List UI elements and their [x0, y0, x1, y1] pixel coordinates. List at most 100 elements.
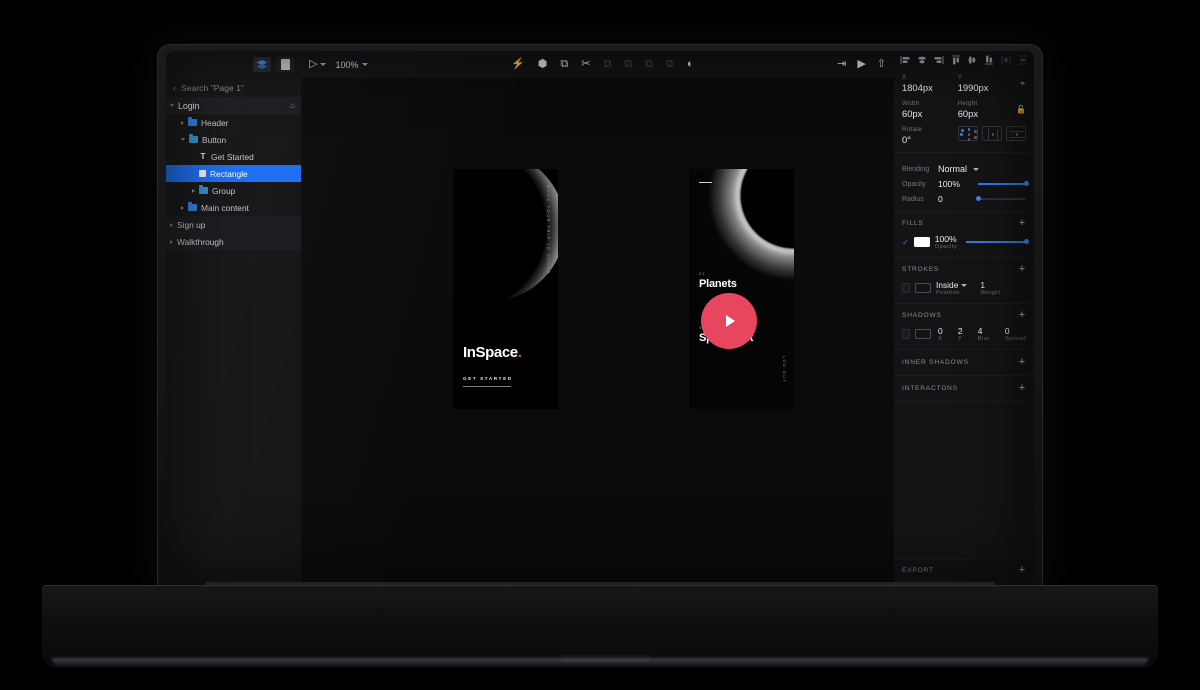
flash-icon[interactable]: ⚡: [511, 59, 525, 70]
logout-label[interactable]: LOG OUT: [782, 356, 787, 383]
cursor-tool[interactable]: ▷: [309, 59, 327, 70]
frame-icon[interactable]: ⧉: [560, 59, 568, 70]
search-input[interactable]: Search "Page 1": [181, 83, 244, 93]
chevron-right-icon[interactable]: [192, 188, 195, 193]
layers-toggle[interactable]: [253, 57, 271, 72]
contrast-icon[interactable]: ◐: [687, 59, 694, 70]
layer-row-rectangle[interactable]: Rectangle: [166, 165, 301, 182]
check-icon[interactable]: ✓: [902, 238, 909, 247]
home-icon[interactable]: ⌂: [290, 101, 295, 110]
shadow-spread-field[interactable]: 0 Spread: [1005, 326, 1026, 342]
intersect-icon[interactable]: ⧉: [645, 59, 653, 70]
width-field[interactable]: Width 60px: [902, 100, 958, 119]
plus-icon[interactable]: +: [1019, 565, 1026, 576]
chevron-down-icon[interactable]: [181, 138, 185, 141]
chevron-left-icon[interactable]: ‹: [173, 83, 176, 93]
align-left-icon[interactable]: [900, 55, 910, 65]
share-icon[interactable]: ⇧: [877, 59, 886, 70]
fill-color-swatch[interactable]: [913, 237, 930, 247]
stroke-enable-checkbox[interactable]: [902, 283, 910, 293]
rotate-value[interactable]: 0°: [902, 134, 958, 145]
radius-value[interactable]: 0: [938, 194, 972, 204]
design-canvas[interactable]: BOOK YOUR TRIP TO SPACE InSpace. GET STA…: [301, 78, 894, 582]
fill-opacity-slider[interactable]: [966, 239, 1029, 245]
link-icon[interactable]: ⚭: [1013, 74, 1026, 93]
layer-row-header[interactable]: Header: [166, 114, 301, 131]
zoom-selector[interactable]: 100%: [335, 60, 368, 70]
components-toggle[interactable]: [276, 57, 294, 72]
play-icon: [726, 315, 735, 327]
shadow-enable-checkbox[interactable]: [902, 329, 910, 339]
chevron-right-icon[interactable]: [170, 222, 173, 227]
constraint-horizontal[interactable]: [982, 126, 1002, 141]
align-center-horizontal-icon[interactable]: [917, 55, 927, 65]
shadow-blur-field[interactable]: 4 Blur: [978, 326, 990, 342]
menu-item-planets[interactable]: 01 Planets: [699, 271, 737, 290]
shadow-x-field[interactable]: 0X: [938, 326, 943, 342]
shape-icon[interactable]: ⬢: [538, 59, 548, 70]
artboard-menu[interactable]: 01 Planets 02 Spacecraft 04 Profile 05: [689, 169, 794, 409]
height-value[interactable]: 60px: [958, 108, 1014, 119]
align-top-icon[interactable]: [951, 55, 961, 65]
export-panel-icon[interactable]: ⇥: [837, 59, 846, 70]
align-bottom-icon[interactable]: [984, 55, 994, 65]
opacity-value[interactable]: 100%: [938, 179, 972, 189]
plus-icon[interactable]: +: [1019, 264, 1026, 275]
stroke-color-swatch[interactable]: [915, 283, 931, 293]
blending-value[interactable]: Normal: [938, 164, 967, 174]
get-started-label[interactable]: GET STARTED: [463, 376, 513, 381]
sidebar-search-row[interactable]: ‹ Search "Page 1": [166, 78, 301, 97]
align-middle-vertical-icon[interactable]: [967, 55, 977, 65]
chevron-right-icon[interactable]: [181, 120, 184, 125]
y-value[interactable]: 1990px: [958, 82, 1014, 93]
shadow-color-swatch[interactable]: [915, 329, 931, 339]
layer-row-sign-up[interactable]: Sign up: [166, 216, 301, 233]
stroke-position-value[interactable]: Inside: [936, 280, 958, 290]
interactions-section[interactable]: INTERACTONS +: [894, 376, 1034, 402]
y-field[interactable]: Y 1990px: [958, 74, 1014, 93]
inspector-panel: X 1804px Y 1990px ⚭ Width 60px Height 60…: [894, 51, 1034, 582]
scissors-icon[interactable]: ✂: [581, 59, 590, 70]
chevron-down-icon[interactable]: [170, 104, 174, 107]
opacity-slider[interactable]: [978, 181, 1029, 187]
fill-opacity-value[interactable]: 100%: [935, 234, 957, 244]
radius-slider[interactable]: [975, 196, 1026, 202]
rotate-row: Rotate 0°: [902, 126, 1026, 145]
preview-play-icon[interactable]: ▶: [857, 59, 865, 70]
plus-icon[interactable]: +: [1019, 383, 1026, 394]
layer-row-group[interactable]: Group: [166, 182, 301, 199]
layer-row-main-content[interactable]: Main content: [166, 199, 301, 216]
distribute-vertical-icon[interactable]: [1018, 55, 1028, 65]
chevron-right-icon[interactable]: [170, 239, 173, 244]
artboard-inspace[interactable]: BOOK YOUR TRIP TO SPACE InSpace. GET STA…: [453, 169, 558, 409]
layer-row-walkthrough[interactable]: Walkthrough: [166, 233, 301, 250]
layer-row-get-started[interactable]: T Get Started: [166, 148, 301, 165]
union-icon[interactable]: ⧉: [603, 59, 611, 70]
x-value[interactable]: 1804px: [902, 82, 958, 93]
width-value[interactable]: 60px: [902, 108, 958, 119]
rotate-field[interactable]: Rotate 0°: [902, 126, 958, 145]
lock-icon[interactable]: 🔓: [1013, 100, 1026, 119]
chevron-right-icon[interactable]: [181, 205, 184, 210]
height-field[interactable]: Height 60px: [958, 100, 1014, 119]
x-field[interactable]: X 1804px: [902, 74, 958, 93]
plus-icon[interactable]: +: [1019, 310, 1026, 321]
export-section[interactable]: EXPORT +: [894, 558, 1034, 582]
plus-icon[interactable]: +: [1019, 357, 1026, 368]
subtract-icon[interactable]: ⧉: [624, 59, 632, 70]
play-button[interactable]: [701, 293, 757, 349]
plus-icon[interactable]: +: [1019, 218, 1026, 229]
distribute-horizontal-icon[interactable]: [1001, 55, 1011, 65]
get-started-underline: [463, 385, 511, 387]
difference-icon[interactable]: ⧉: [666, 59, 674, 70]
anchor-point-selector[interactable]: [958, 126, 978, 141]
chevron-down-icon[interactable]: [961, 283, 968, 287]
layer-row-button[interactable]: Button: [166, 131, 301, 148]
constraint-vertical[interactable]: [1006, 126, 1026, 141]
shadow-y-field[interactable]: 2Y: [958, 326, 963, 342]
chevron-down-icon[interactable]: [973, 167, 980, 171]
inner-shadows-section[interactable]: INNER SHADOWS +: [894, 350, 1034, 376]
align-right-icon[interactable]: [934, 55, 944, 65]
layer-row-login[interactable]: Login ⌂: [166, 97, 301, 114]
stroke-weight-value[interactable]: 1: [980, 280, 1000, 290]
